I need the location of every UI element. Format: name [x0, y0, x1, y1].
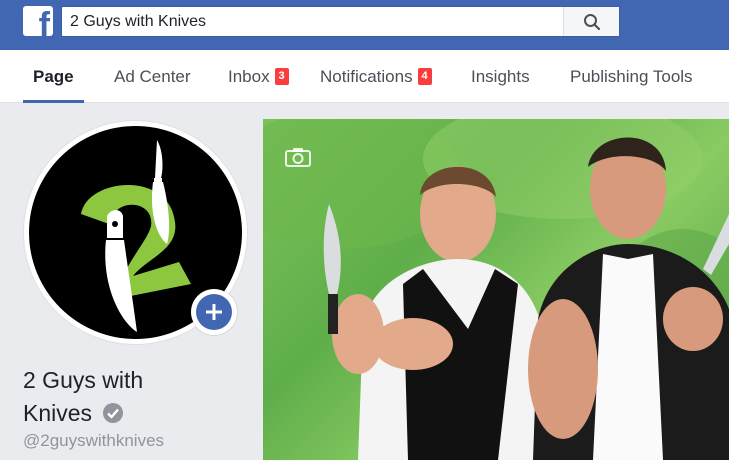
verified-badge-icon: [102, 400, 124, 433]
tab-label: Page: [33, 66, 74, 86]
tab-page[interactable]: Page: [23, 50, 84, 103]
tab-publishing-tools[interactable]: Publishing Tools: [570, 50, 693, 103]
cover-photo-image: [263, 119, 729, 460]
tab-label: Inbox: [228, 66, 270, 86]
search-icon: [583, 13, 600, 30]
page-username[interactable]: @2guyswithknives: [23, 431, 164, 451]
inbox-count-badge: 3: [274, 68, 289, 85]
tab-label: Insights: [471, 66, 530, 86]
search-box: [61, 6, 620, 37]
search-input[interactable]: [62, 7, 562, 36]
tab-label: Notifications: [320, 66, 413, 86]
page-title-line1: 2 Guys with: [23, 367, 144, 393]
page-title-line2: Knives: [23, 400, 93, 426]
cover-photo[interactable]: [263, 119, 729, 460]
tab-notifications[interactable]: Notifications 4: [320, 50, 432, 103]
tab-insights[interactable]: Insights: [471, 50, 530, 103]
notifications-count-badge: 4: [417, 68, 432, 85]
tab-ad-center[interactable]: Ad Center: [114, 50, 191, 103]
camera-icon[interactable]: [285, 147, 311, 167]
tab-label: Ad Center: [114, 66, 191, 86]
tab-inbox[interactable]: Inbox 3: [228, 50, 289, 103]
page-title[interactable]: 2 Guys with Knives: [23, 364, 243, 433]
search-button[interactable]: [563, 7, 619, 36]
facebook-logo-icon[interactable]: f: [23, 6, 53, 36]
plus-icon: [196, 294, 232, 330]
page-tabs-bar: Page Ad Center Inbox 3 Notifications 4 I…: [0, 50, 729, 103]
tab-label: Publishing Tools: [570, 66, 693, 86]
add-profile-photo-button[interactable]: [191, 289, 237, 335]
top-navigation-bar: f: [0, 0, 729, 50]
facebook-logo-letter: f: [38, 6, 50, 36]
